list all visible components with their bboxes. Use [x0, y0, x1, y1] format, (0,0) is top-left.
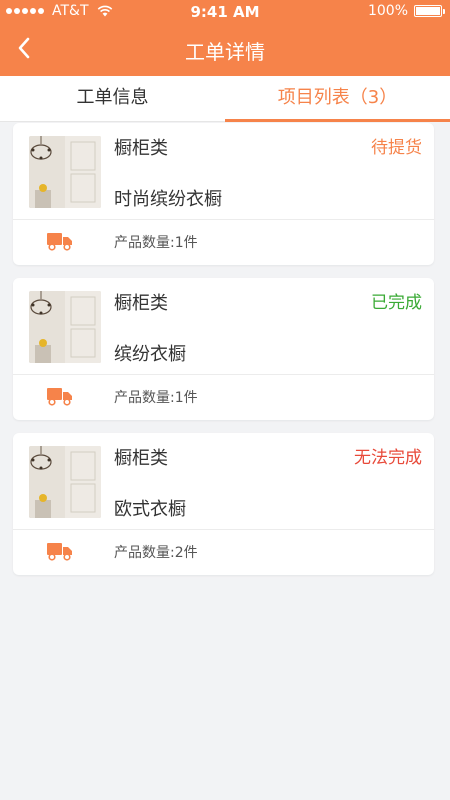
item-footer: 产品数量:2件 — [13, 530, 434, 574]
item-quantity: 产品数量:2件 — [114, 545, 198, 561]
item-header: 橱柜类 欧式衣橱 无法完成 — [13, 433, 434, 530]
status-badge: 已完成 — [371, 293, 422, 313]
item-footer: 产品数量:1件 — [13, 220, 434, 264]
battery-percent: 100% — [367, 3, 408, 19]
item-footer: 产品数量:1件 — [13, 375, 434, 419]
header: AT&T 9:41 AM 100% 工单详情 — [0, 0, 450, 76]
item-header: 橱柜类 缤纷衣橱 已完成 — [13, 278, 434, 375]
status-badge: 无法完成 — [354, 448, 422, 468]
item-name: 缤纷衣橱 — [114, 344, 186, 365]
item-name: 时尚缤纷衣橱 — [114, 189, 222, 210]
truck-icon — [47, 543, 72, 561]
item-category: 橱柜类 — [114, 293, 168, 314]
nav-bar: 工单详情 — [0, 24, 450, 76]
truck-icon — [47, 388, 72, 406]
status-bar: AT&T 9:41 AM 100% — [0, 0, 450, 24]
product-thumbnail — [29, 446, 101, 518]
item-category: 橱柜类 — [114, 138, 168, 159]
tab-item-list[interactable]: 项目列表（3） — [225, 76, 450, 122]
status-badge: 待提货 — [371, 138, 422, 158]
page-title: 工单详情 — [185, 40, 265, 64]
item-quantity: 产品数量:1件 — [114, 235, 198, 251]
status-right: 100% — [367, 3, 445, 19]
list-item[interactable]: 橱柜类 欧式衣橱 无法完成 产品数量:2件 — [13, 433, 434, 575]
truck-icon — [47, 233, 72, 251]
item-quantity: 产品数量:1件 — [114, 390, 198, 406]
tab-bar: 工单信息 项目列表（3） — [0, 76, 450, 122]
list-item[interactable]: 橱柜类 时尚缤纷衣橱 待提货 产品数量:1件 — [13, 123, 434, 265]
product-thumbnail — [29, 291, 101, 363]
product-thumbnail — [29, 136, 101, 208]
item-header: 橱柜类 时尚缤纷衣橱 待提货 — [13, 123, 434, 220]
list-item[interactable]: 橱柜类 缤纷衣橱 已完成 产品数量:1件 — [13, 278, 434, 420]
item-name: 欧式衣橱 — [114, 499, 186, 520]
battery-icon — [414, 5, 445, 17]
item-category: 橱柜类 — [114, 448, 168, 469]
tab-work-order-info[interactable]: 工单信息 — [0, 76, 225, 121]
